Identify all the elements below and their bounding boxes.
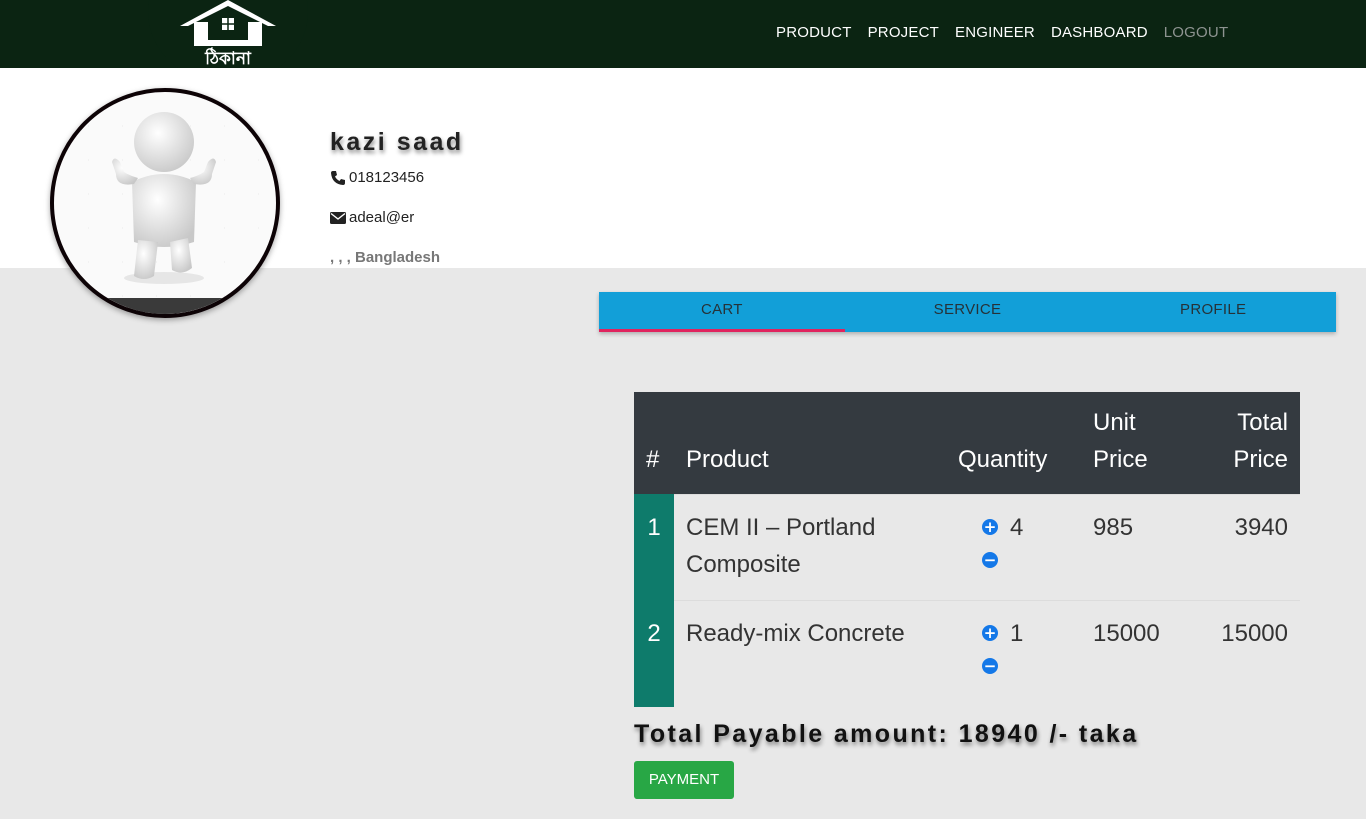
- increase-quantity-icon[interactable]: +: [982, 625, 998, 641]
- col-quantity: Quantity: [958, 392, 1081, 495]
- total-payable: Total Payable amount: 18940 /- taka: [634, 720, 1139, 748]
- main-nav: PRODUCT PROJECT ENGINEER DASHBOARD LOGOU…: [776, 24, 1244, 41]
- col-unit-price: Unit Price: [1081, 392, 1191, 495]
- row-quantity: + − 1: [958, 600, 1081, 707]
- phone-icon: [331, 170, 345, 185]
- profile-address: , , , Bangladesh: [330, 249, 441, 266]
- avatar: [50, 88, 280, 318]
- quantity-value: 1: [1010, 620, 1024, 647]
- profile-tabs: CART SERVICE PROFILE: [599, 292, 1336, 332]
- col-product: Product: [674, 392, 958, 495]
- avatar-figure-icon: [112, 112, 216, 284]
- tab-profile[interactable]: PROFILE: [1090, 292, 1336, 332]
- cart-table: # Product Quantity Unit Price Total Pric…: [634, 392, 1300, 707]
- row-number: 2: [634, 600, 674, 707]
- table-row: 1 CEM II – Portland Composite + − 4 985 …: [634, 494, 1300, 601]
- row-total-price: 3940: [1191, 494, 1300, 601]
- row-unit-price: 985: [1081, 494, 1191, 601]
- nav-project[interactable]: PROJECT: [868, 24, 939, 41]
- decrease-quantity-icon[interactable]: −: [982, 552, 998, 568]
- col-num: #: [634, 392, 674, 495]
- row-product: Ready-mix Concrete: [674, 600, 958, 707]
- nav-dashboard[interactable]: DASHBOARD: [1051, 24, 1148, 41]
- tab-cart[interactable]: CART: [599, 292, 845, 332]
- col-total-price: Total Price: [1191, 392, 1300, 495]
- table-row: 2 Ready-mix Concrete + − 1 15000 15000: [634, 600, 1300, 707]
- profile-name: kazi saad: [330, 128, 464, 156]
- profile-email: adeal@er: [330, 209, 414, 226]
- nav-logout[interactable]: LOGOUT: [1164, 24, 1229, 41]
- row-quantity: + − 4: [958, 494, 1081, 601]
- increase-quantity-icon[interactable]: +: [982, 519, 998, 535]
- cart-header-row: # Product Quantity Unit Price Total Pric…: [634, 392, 1300, 495]
- nav-engineer[interactable]: ENGINEER: [955, 24, 1035, 41]
- decrease-quantity-icon[interactable]: −: [982, 658, 998, 674]
- row-unit-price: 15000: [1081, 600, 1191, 707]
- row-number: 1: [634, 494, 674, 601]
- phone-text: 018123456: [349, 169, 425, 186]
- payment-button[interactable]: PAYMENT: [634, 761, 734, 799]
- email-text: adeal@er: [349, 209, 415, 226]
- profile-phone: 018123456: [330, 169, 424, 186]
- tab-service[interactable]: SERVICE: [845, 292, 1091, 332]
- envelope-icon: [330, 211, 346, 224]
- quantity-value: 4: [1010, 514, 1024, 541]
- row-product: CEM II – Portland Composite: [674, 494, 958, 601]
- row-total-price: 15000: [1191, 600, 1300, 707]
- nav-product[interactable]: PRODUCT: [776, 24, 852, 41]
